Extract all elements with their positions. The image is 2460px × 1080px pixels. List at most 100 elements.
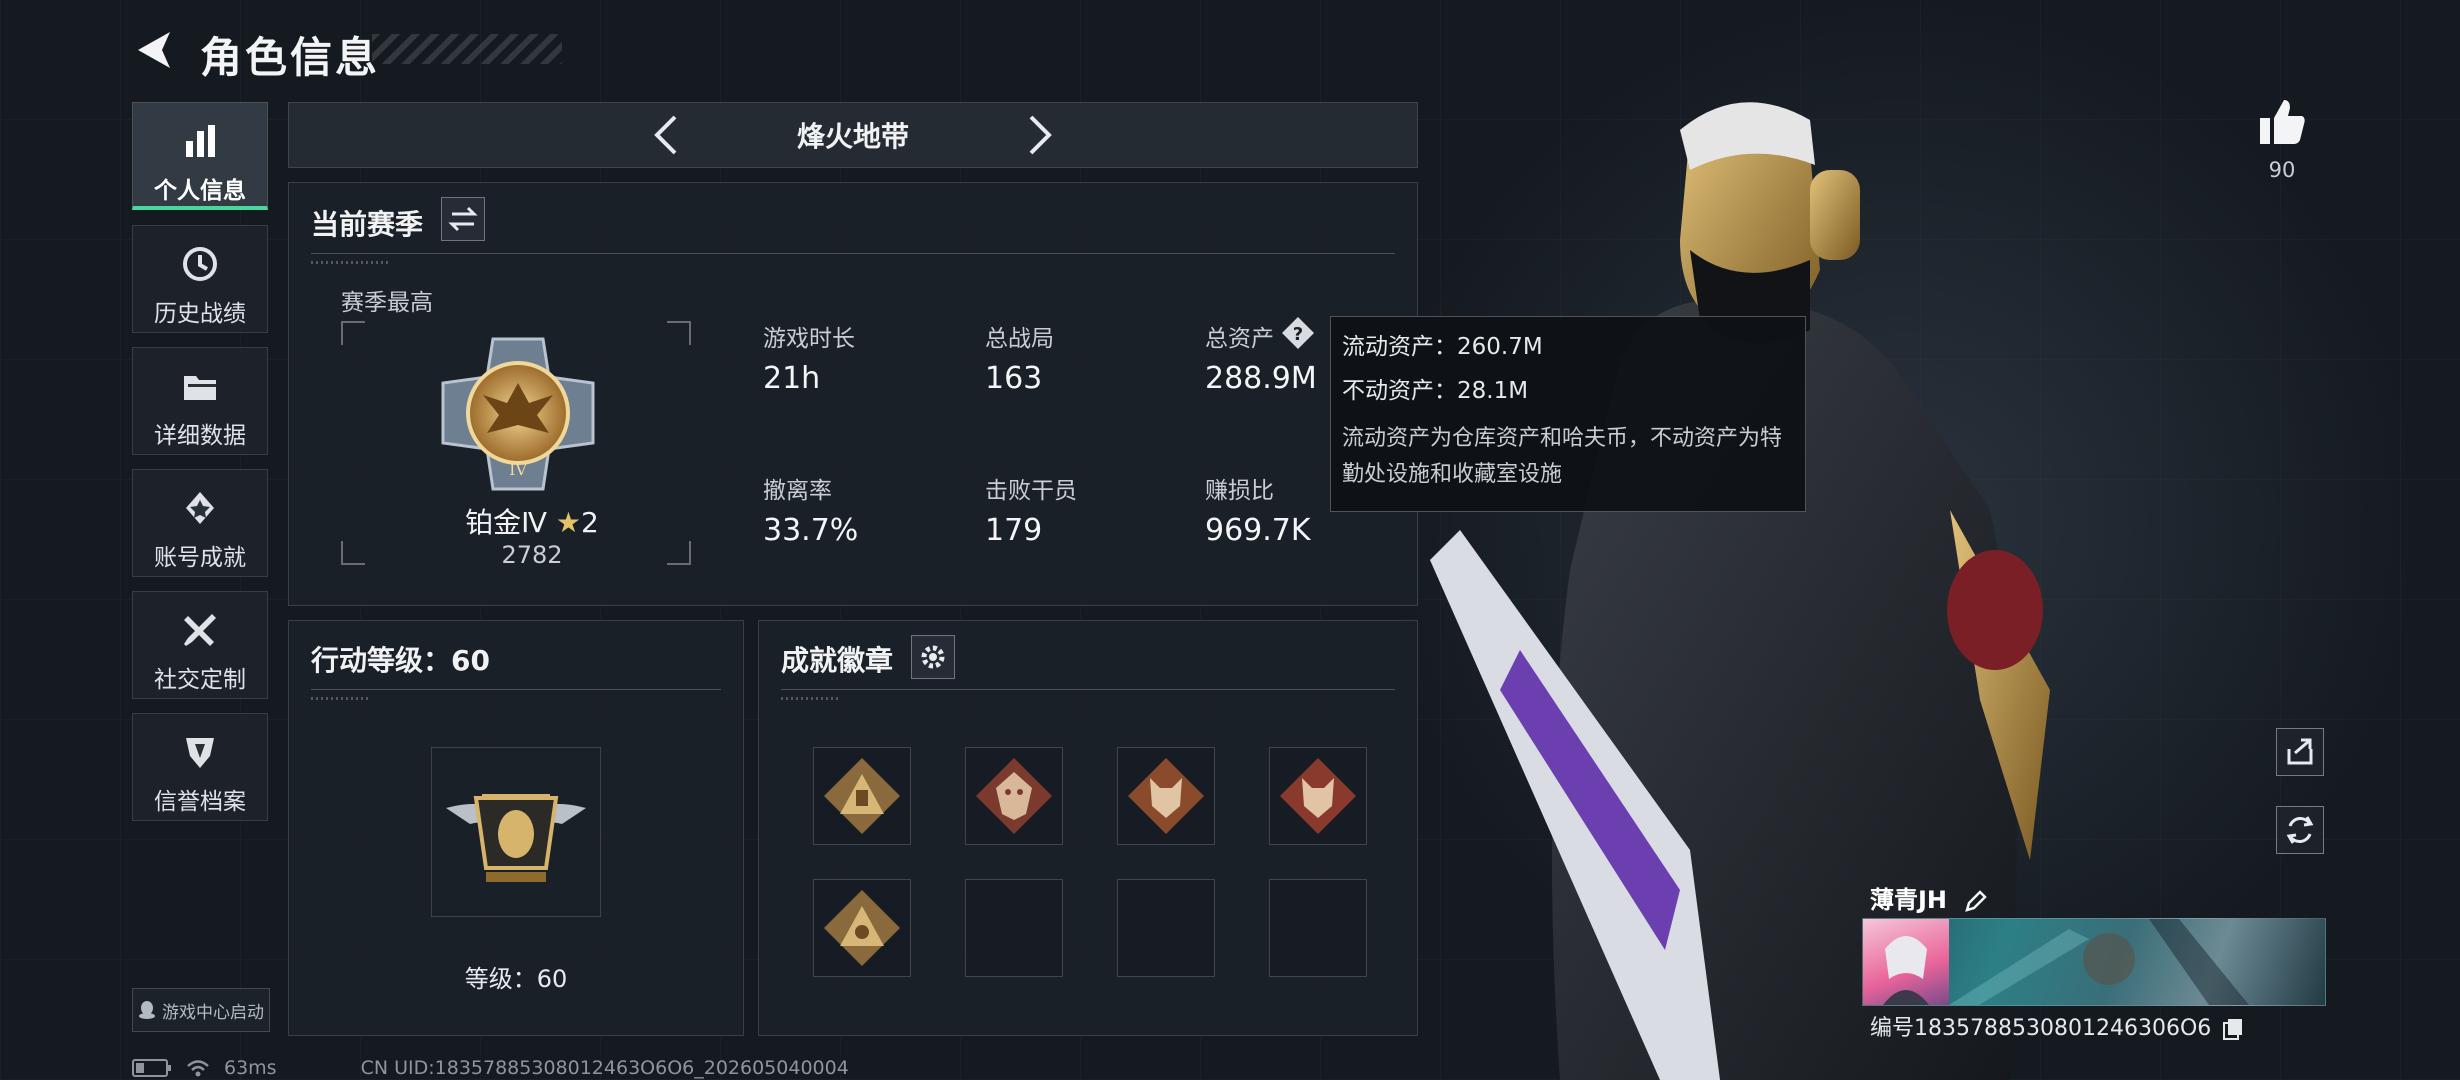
ping: 63ms [224,1057,277,1079]
sidebar-item-label: 历史战绩 [154,301,246,327]
badges-panel: 成就徽章 [758,620,1418,1036]
badge-slot-empty[interactable] [1269,879,1367,977]
stat-label: 击败干员 [985,478,1077,504]
stat-value: 163 [985,361,1043,396]
frame-corner [667,541,691,565]
title-decoration [372,34,562,64]
share-button[interactable] [2276,728,2324,776]
rank-stars: 2 [581,506,599,539]
mode-title: 烽火地带 [796,120,909,153]
sidebar-item-label: 详细数据 [154,423,246,449]
sidebar-item-label: 账号成就 [154,545,246,571]
share-icon [2287,738,2313,765]
sidebar-item-detailed-data[interactable]: 详细数据 [132,347,268,455]
stat-value: 969.7K [1205,513,1311,548]
assets-tooltip: 流动资产：260.7M 不动资产：28.1M 流动资产为仓库资产和哈夫币，不动资… [1330,316,1806,512]
stat-value: 179 [985,513,1043,548]
like-count: 90 [2268,158,2296,182]
stat-label: 赚损比 [1205,478,1274,504]
stat-label: 游戏时长 [763,326,855,352]
season-title: 当前赛季 [311,208,424,241]
divider [311,689,721,690]
refresh-icon [2286,816,2314,844]
game-center-launch-button[interactable]: 游戏中心启动 [132,988,270,1032]
dragon-badge-icon [976,758,1052,834]
medal-icon [186,492,214,524]
level-panel: 行动等级：60 等级：60 [288,620,744,1036]
wolf-badge-icon [1128,758,1204,834]
avatar[interactable] [1863,919,1949,1005]
stat-value: 33.7% [763,513,859,548]
badge-slot-empty[interactable] [1117,879,1215,977]
badge-slot-empty[interactable] [965,879,1063,977]
star-icon: ★ [555,506,582,539]
edit-icon[interactable] [1963,888,1989,914]
divider [311,253,1395,254]
stat-label: 撤离率 [763,478,832,504]
avatar-portrait [1883,936,1929,1005]
player-name-row: 薄青JH [1870,880,1989,915]
swap-icon [448,206,478,232]
thumbs-up-icon[interactable] [2256,96,2308,148]
badges-title: 成就徽章 [781,644,894,677]
platinum-rank-emblem: IV [441,337,595,491]
sidebar-item-history[interactable]: 历史战绩 [132,225,268,333]
triangle-badge-icon [824,758,900,834]
mode-selector: 烽火地带 [288,102,1418,168]
sidebar-item-social[interactable]: 社交定制 [132,591,268,699]
sidebar-item-label: 信誉档案 [154,789,246,815]
badge-slot[interactable] [1117,747,1215,845]
level-label: 等级：60 [464,965,568,993]
level-emblem-frame [431,747,601,917]
sidebar-item-achievements[interactable]: 账号成就 [132,469,268,577]
uid: CN UID:18357885308012463O6O6_20260504000… [360,1057,849,1079]
level-title: 行动等级：60 [311,644,490,677]
player-id-row: 编号1835788530801246306O6 [1870,1010,2244,1042]
sidebar-item-label: 社交定制 [154,667,246,693]
profile-banner [1862,918,2326,1006]
page-title: 角色信息 [200,33,381,82]
frame-corner [341,321,365,345]
copy-icon[interactable] [2222,1017,2244,1041]
banner-artwork [1949,919,2249,1005]
frame-corner [667,321,691,345]
season-best-label: 赛季最高 [341,290,433,316]
wifi-icon [187,1060,209,1077]
svg-text:IV: IV [509,460,527,479]
badge-slot[interactable] [1269,747,1367,845]
player-name: 薄青JH [1870,886,1948,914]
badge-slot[interactable] [813,747,911,845]
shield-icon [186,738,214,768]
assets-description: 流动资产为仓库资产和哈夫币，不动资产为特勤处设施和收藏室设施 [1342,426,1783,487]
launch-label: 游戏中心启动 [162,1002,264,1023]
history-icon [183,247,217,281]
fixed-assets: 不动资产：28.1M [1342,378,1529,404]
battery-icon [132,1059,171,1077]
refresh-button[interactable] [2276,806,2324,854]
chevron-right-icon[interactable] [1025,113,1055,157]
divider [781,689,1395,690]
stat-value: 21h [763,361,821,396]
badge-settings-button[interactable] [911,635,955,679]
divider-ticks [311,261,391,264]
rank-line: 铂金Ⅳ ★2 [439,501,625,541]
rank-name: 铂金Ⅳ [465,506,547,539]
swap-button[interactable] [441,197,485,241]
qq-icon [139,1001,155,1019]
helicopter-level-emblem [446,794,586,882]
triangle-badge-icon [824,890,900,966]
sidebar-item-label: 个人信息 [154,178,246,204]
folder-icon [184,376,216,400]
back-arrow-icon[interactable] [132,28,174,72]
badge-slot[interactable] [965,747,1063,845]
rank-score: 2782 [501,541,563,569]
season-panel: 当前赛季 赛季最高 IV 铂金Ⅳ ★2 2782 游戏时长 21h 总战局 16… [288,182,1418,606]
sidebar-item-personal-info[interactable]: 个人信息 [132,102,268,210]
help-icon[interactable]: ? [1281,316,1315,350]
player-id: 编号1835788530801246306O6 [1870,1016,2212,1041]
svg-text:?: ? [1293,324,1303,345]
divider-ticks [311,697,371,700]
sidebar-item-reputation[interactable]: 信誉档案 [132,713,268,821]
stat-value: 288.9M [1205,361,1317,396]
badge-slot[interactable] [813,879,911,977]
